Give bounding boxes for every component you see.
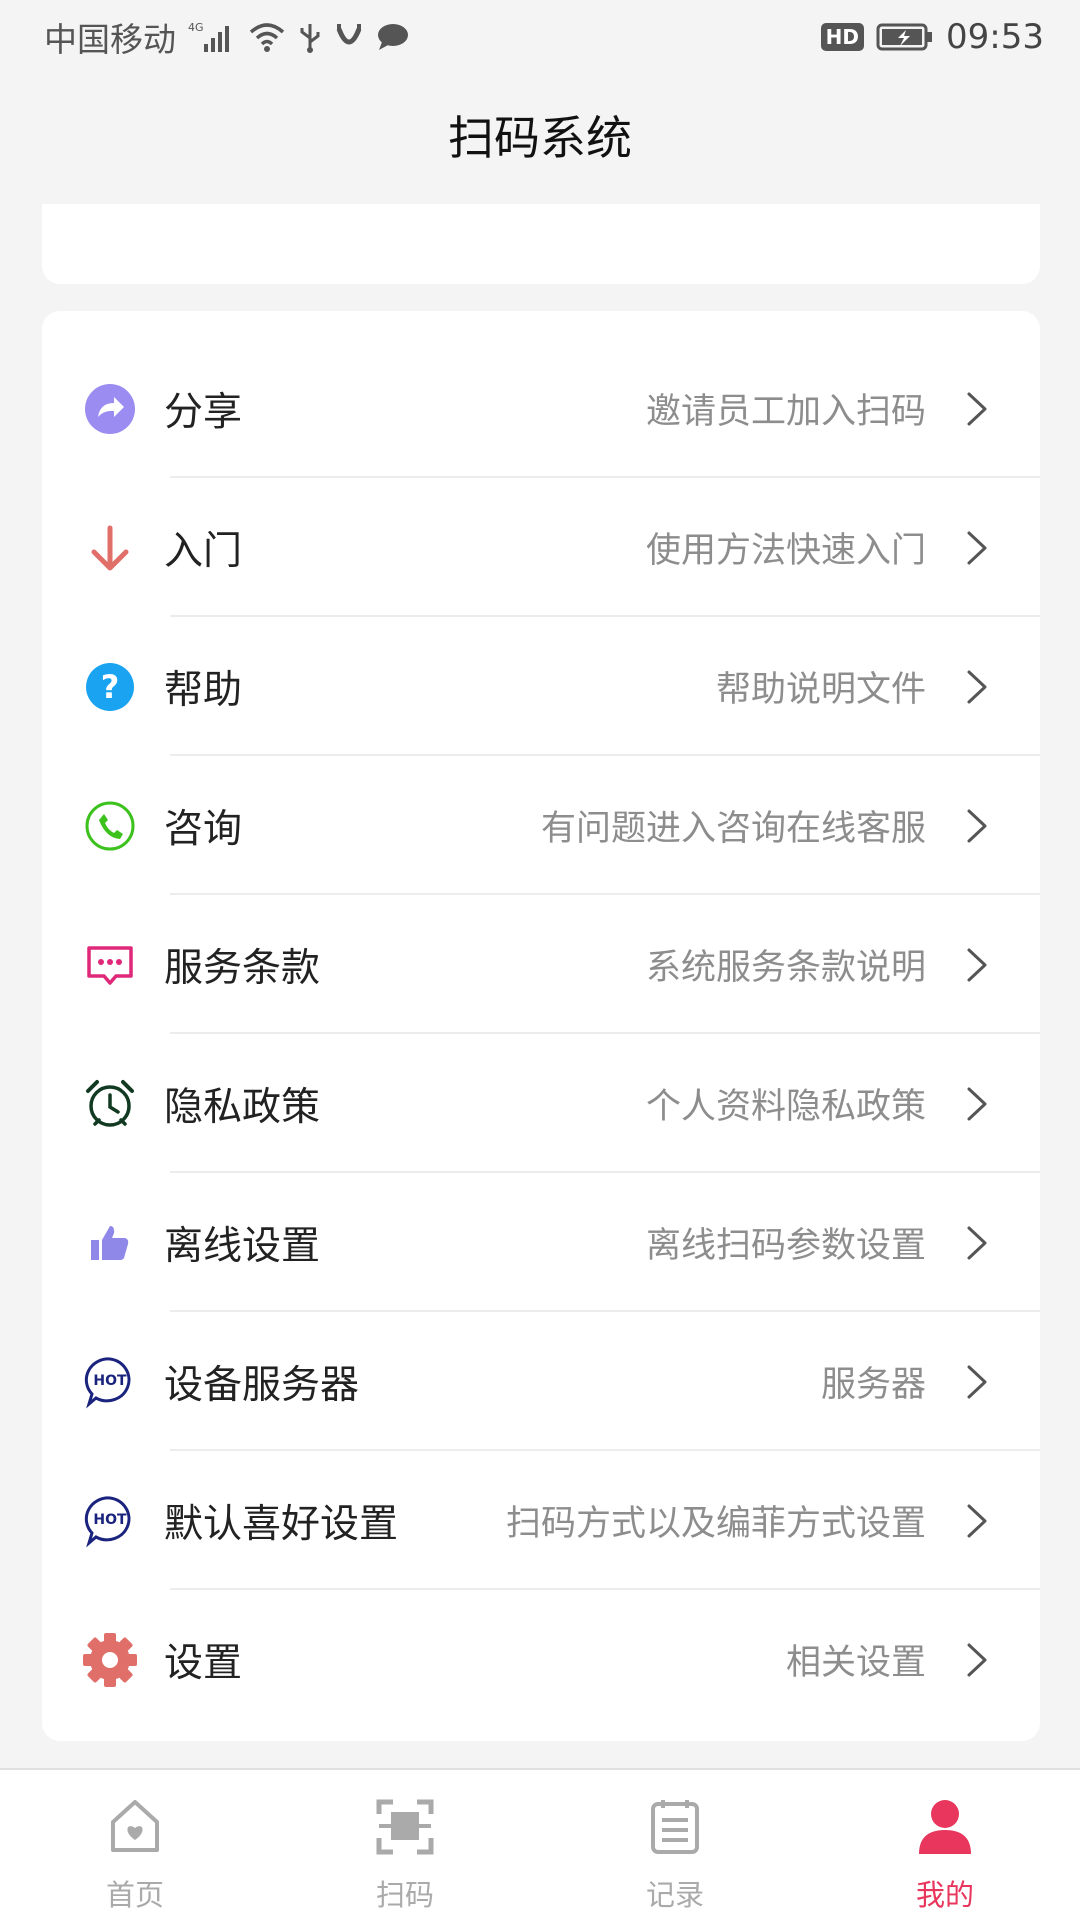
battery-icon [876,22,934,52]
menu-row-label: 隐私政策 [164,1084,321,1130]
chat-notification-icon [376,22,410,52]
chevron-right-icon [966,1503,988,1539]
menu-card: 分享 邀请员工加入扫码 入门 使用方法快速入门 ? 帮助 帮助说明文件 咨询 有… [42,311,1040,1741]
scan-icon [373,1794,437,1862]
chevron-right-icon [966,1642,988,1678]
menu-row-label: 服务条款 [164,945,321,991]
tab-label: 扫码 [375,1878,434,1912]
menu-row-description: 离线扫码参数设置 [645,1226,926,1266]
help-icon: ? [82,659,138,715]
hot-icon: HOT [82,1493,138,1549]
menu-row[interactable]: ? 帮助 帮助说明文件 [42,617,1040,756]
menu-row[interactable]: 隐私政策 个人资料隐私政策 [42,1034,1040,1173]
tab-scan[interactable]: 扫码 [270,1770,540,1922]
usb-icon [298,20,322,54]
menu-row-label: 分享 [164,389,243,435]
share-icon [82,381,138,437]
network-type-label: 4G [188,21,204,34]
status-left: 中国移动 4G [44,13,410,61]
arrow-down-icon [82,520,138,576]
clock: 09:53 [946,17,1044,57]
menu-row-label: 咨询 [164,806,243,852]
menu-row-description: 相关设置 [785,1643,926,1683]
tab-records[interactable]: 记录 [540,1770,810,1922]
menu-row-label: 默认喜好设置 [164,1501,399,1547]
svg-text:HOT: HOT [93,1512,127,1528]
tab-label: 首页 [105,1878,164,1912]
home-icon [103,1794,167,1862]
menu-row-description: 服务器 [820,1365,926,1405]
menu-row-label: 入门 [164,528,243,574]
menu-row-description: 有问题进入咨询在线客服 [540,809,926,849]
tab-label: 我的 [915,1878,974,1912]
thumbs-up-icon [82,1215,138,1271]
status-right: HD 09:53 [820,17,1044,57]
gear-icon [82,1632,138,1688]
menu-row-label: 设备服务器 [164,1362,360,1408]
chevron-right-icon [966,808,988,844]
chevron-right-icon [966,530,988,566]
profile-card [42,204,1040,284]
menu-row-description: 个人资料隐私政策 [645,1087,926,1127]
menu-row[interactable]: 服务条款 系统服务条款说明 [42,895,1040,1034]
hd-badge: HD [820,23,865,51]
menu-row[interactable]: HOT 设备服务器 服务器 [42,1312,1040,1451]
menu-row-description: 系统服务条款说明 [645,948,926,988]
wifi-icon [248,21,286,53]
page-title: 扫码系统 [448,111,632,165]
alarm-clock-icon [82,1076,138,1132]
chevron-right-icon [966,391,988,427]
chevron-right-icon [966,1225,988,1261]
bottom-tab-bar: 首页 扫码 记录 我的 [0,1768,1080,1922]
tab-home[interactable]: 首页 [0,1770,270,1922]
hot-icon: HOT [82,1354,138,1410]
signal-icon: 4G [188,20,236,54]
menu-row-description: 邀请员工加入扫码 [645,392,926,432]
phone-icon [82,798,138,854]
user-icon [913,1794,977,1862]
chevron-right-icon [966,1086,988,1122]
status-bar: 中国移动 4G HD 09:53 [0,0,1080,74]
chevron-right-icon [966,947,988,983]
tab-user[interactable]: 我的 [810,1770,1080,1922]
menu-row[interactable]: 分享 邀请员工加入扫码 [42,339,1040,478]
svg-text:?: ? [101,668,120,706]
menu-list: 分享 邀请员工加入扫码 入门 使用方法快速入门 ? 帮助 帮助说明文件 咨询 有… [42,339,1040,1729]
tab-label: 记录 [645,1878,704,1912]
menu-row-description: 帮助说明文件 [715,670,926,710]
carrier-label: 中国移动 [44,20,176,59]
message-icon [82,937,138,993]
chevron-right-icon [966,669,988,705]
svg-text:HOT: HOT [93,1373,127,1389]
menu-row[interactable]: 咨询 有问题进入咨询在线客服 [42,756,1040,895]
menu-row-label: 离线设置 [164,1223,321,1269]
menu-row[interactable]: HOT 默认喜好设置 扫码方式以及编菲方式设置 [42,1451,1040,1590]
chevron-right-icon [966,1364,988,1400]
menu-row-label: 设置 [164,1640,243,1686]
records-icon [643,1794,707,1862]
debug-icon [334,21,364,53]
menu-row-description: 使用方法快速入门 [645,531,926,571]
menu-row-description: 扫码方式以及编菲方式设置 [505,1504,926,1544]
menu-row[interactable]: 离线设置 离线扫码参数设置 [42,1173,1040,1312]
menu-row[interactable]: 入门 使用方法快速入门 [42,478,1040,617]
menu-row[interactable]: 设置 相关设置 [42,1590,1040,1729]
menu-row-label: 帮助 [164,667,243,713]
